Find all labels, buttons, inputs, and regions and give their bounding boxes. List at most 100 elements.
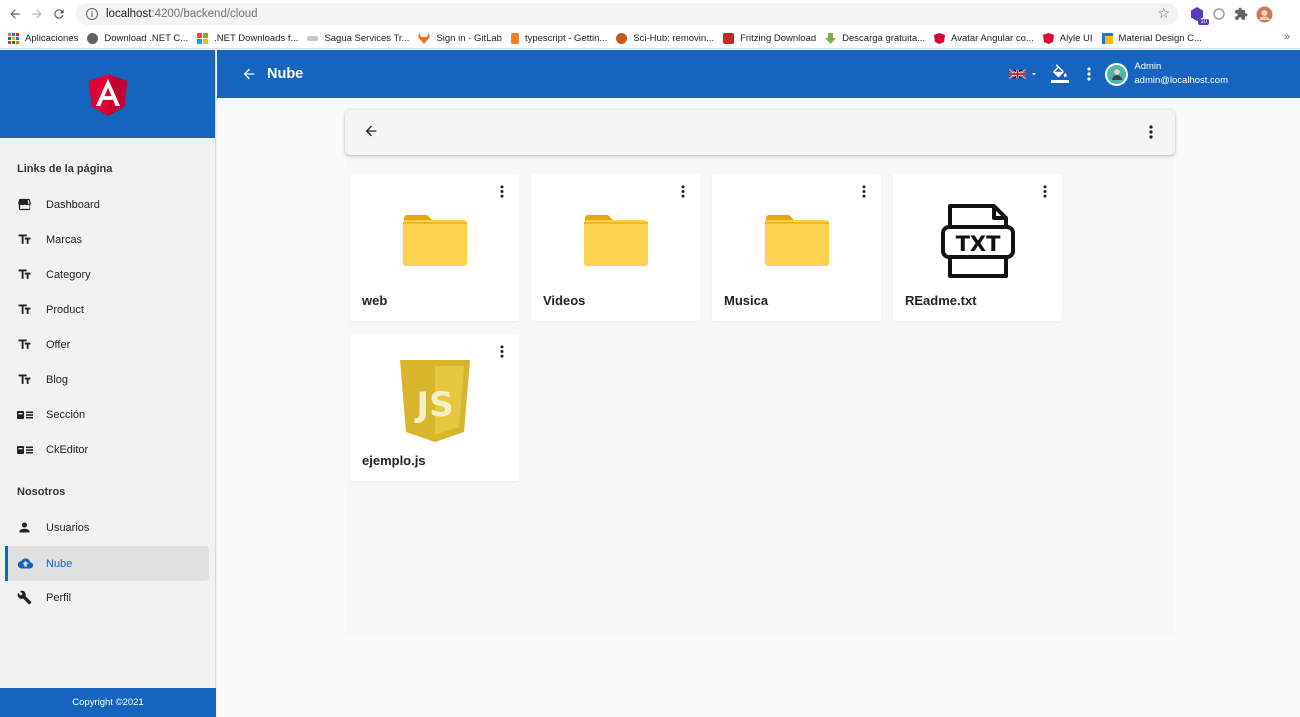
- sidebar-item-category[interactable]: Category: [5, 257, 209, 292]
- sidebar-item-label: Marcas: [46, 233, 83, 246]
- language-selector[interactable]: [1009, 64, 1043, 84]
- browser-toolbar: i localhost:4200/backend/cloud ☆ 10: [0, 0, 1300, 28]
- sidebar-item-marcas[interactable]: Marcas: [5, 222, 209, 257]
- folder-icon: [531, 196, 700, 286]
- section-title-nosotros: Nosotros: [17, 486, 66, 498]
- file-card-videos[interactable]: Videos: [531, 174, 700, 321]
- file-card-readme[interactable]: TXT REadme.txt: [893, 174, 1062, 321]
- sidebar-footer: Copyright ©2021: [0, 688, 216, 717]
- bookmark-item[interactable]: typescript - Gettin...: [510, 32, 608, 44]
- path-bar-more-icon[interactable]: [1149, 125, 1153, 144]
- sidebar-item-label: Usuarios: [46, 521, 90, 534]
- bookmark-item[interactable]: Material Design C...: [1101, 32, 1202, 44]
- browser-reload-icon[interactable]: [48, 3, 70, 25]
- bookmark-item[interactable]: .NET Downloads f...: [197, 32, 299, 44]
- file-card-ejemplo-js[interactable]: JS ejemplo.js: [350, 334, 519, 481]
- bookmark-item[interactable]: Fritzing Download: [723, 32, 816, 44]
- bookmark-item[interactable]: Download .NET C...: [87, 32, 189, 44]
- more-options-icon[interactable]: [1087, 67, 1091, 81]
- download-arrow-icon: [825, 32, 837, 44]
- uk-flag-icon: [1009, 68, 1027, 80]
- dashboard-icon: [17, 197, 43, 212]
- bookmark-label: Sagua Services Tr...: [324, 32, 410, 44]
- extension-clipper-icon[interactable]: [1210, 5, 1228, 23]
- sidebar-item-label: Sección: [46, 408, 86, 421]
- profile-avatar-icon[interactable]: [1255, 5, 1273, 23]
- text-fields-icon: [17, 302, 43, 317]
- avatar: [1105, 62, 1129, 86]
- file-card-musica[interactable]: Musica: [712, 174, 881, 321]
- featured-play-list-icon: [17, 409, 43, 421]
- gitlab-icon: [418, 32, 431, 44]
- bookmarks-bar: Aplicaciones Download .NET C... .NET Dow…: [0, 28, 1300, 49]
- sidebar-item-label: Blog: [46, 373, 69, 386]
- bookmark-label: .NET Downloads f...: [214, 32, 299, 44]
- extension-badge: 10: [1198, 19, 1209, 25]
- sidebar-item-label: Product: [46, 303, 84, 316]
- sidebar-item-label: CkEditor: [46, 443, 89, 456]
- angular-icon: [1042, 32, 1054, 44]
- sidebar-item-product[interactable]: Product: [5, 292, 209, 327]
- sidebar-item-label: Nube: [46, 557, 73, 570]
- user-avatar-icon: [1111, 69, 1122, 80]
- bookmark-star-icon[interactable]: ☆: [1157, 5, 1170, 22]
- bookmark-item[interactable]: Sagua Services Tr...: [307, 33, 409, 44]
- txt-label: TXT: [955, 232, 1001, 256]
- sidebar-item-label: Category: [46, 268, 91, 281]
- bookmark-item[interactable]: Aplicaciones: [8, 32, 78, 44]
- bookmark-item[interactable]: Alyle UI: [1042, 32, 1093, 44]
- extensions-puzzle-icon[interactable]: [1232, 5, 1250, 23]
- bookmark-item[interactable]: Descarga gratuita...: [825, 32, 925, 44]
- user-menu[interactable]: Admin admin@localhost.com: [1105, 60, 1228, 88]
- bookmark-item[interactable]: Sci-Hub: removin...: [616, 32, 715, 44]
- angular-logo-icon[interactable]: [82, 65, 134, 123]
- sidebar-item-usuarios[interactable]: Usuarios: [5, 510, 209, 545]
- bookmark-label: typescript - Gettin...: [524, 32, 608, 44]
- bookmark-label: Download .NET C...: [104, 32, 189, 44]
- microsoft-icon: [197, 32, 209, 44]
- sidebar-item-dashboard[interactable]: Dashboard: [5, 187, 209, 222]
- apps-grid-icon: [8, 32, 19, 44]
- fritzing-icon: [723, 32, 735, 44]
- sidebar-item-ckeditor[interactable]: CkEditor: [5, 432, 209, 467]
- text-fields-icon: [17, 372, 43, 387]
- site-info-icon[interactable]: i: [86, 8, 98, 20]
- sidebar: Links de la página Dashboard Marcas Cate…: [0, 50, 216, 717]
- txt-file-icon: TXT: [893, 196, 1062, 286]
- bookmark-label: Sci-Hub: removin...: [633, 32, 715, 44]
- sidebar-item-nube[interactable]: Nube: [5, 546, 209, 581]
- featured-play-list-icon: [17, 444, 43, 456]
- sidebar-item-offer[interactable]: Offer: [5, 327, 209, 362]
- person-icon: [17, 520, 43, 535]
- sidebar-item-seccion[interactable]: Sección: [5, 397, 209, 432]
- browser-forward-icon[interactable]: [26, 3, 48, 25]
- folder-back-icon[interactable]: [363, 123, 379, 144]
- material-design-icon: [1101, 32, 1113, 44]
- scihub-icon: [616, 32, 628, 44]
- file-card-web[interactable]: web: [350, 174, 519, 321]
- cloud-upload-icon: [17, 556, 43, 571]
- copyright-text: Copyright ©2021: [72, 697, 144, 708]
- browser-back-icon[interactable]: [4, 3, 26, 25]
- sidebar-header: [0, 50, 215, 138]
- address-bar[interactable]: i localhost:4200/backend/cloud ☆: [76, 3, 1178, 25]
- bookmark-label: Avatar Angular co...: [951, 32, 1034, 44]
- main-content: web Videos Musica TXT REadme.txt JS ejem…: [217, 98, 1300, 717]
- back-arrow-icon[interactable]: [241, 65, 259, 83]
- extension-hex-icon[interactable]: 10: [1188, 5, 1209, 25]
- file-name: Videos: [543, 293, 586, 308]
- bookmark-item[interactable]: Avatar Angular co...: [934, 32, 1034, 44]
- folder-icon: [712, 196, 881, 286]
- sidebar-item-blog[interactable]: Blog: [5, 362, 209, 397]
- bookmark-item[interactable]: Sign in · GitLab: [418, 32, 502, 44]
- bookmark-label: Material Design C...: [1118, 32, 1202, 44]
- more-bookmarks-icon[interactable]: »: [1284, 31, 1290, 43]
- text-fields-icon: [17, 267, 43, 282]
- text-fields-icon: [17, 232, 43, 247]
- theme-paint-bucket-icon[interactable]: [1051, 64, 1070, 84]
- sidebar-item-perfil[interactable]: Perfil: [5, 580, 209, 615]
- file-path-bar: [345, 110, 1175, 155]
- toolbar-actions: Admin admin@localhost.com: [1009, 50, 1300, 98]
- file-name: ejemplo.js: [362, 453, 426, 468]
- globe-icon: [87, 32, 99, 44]
